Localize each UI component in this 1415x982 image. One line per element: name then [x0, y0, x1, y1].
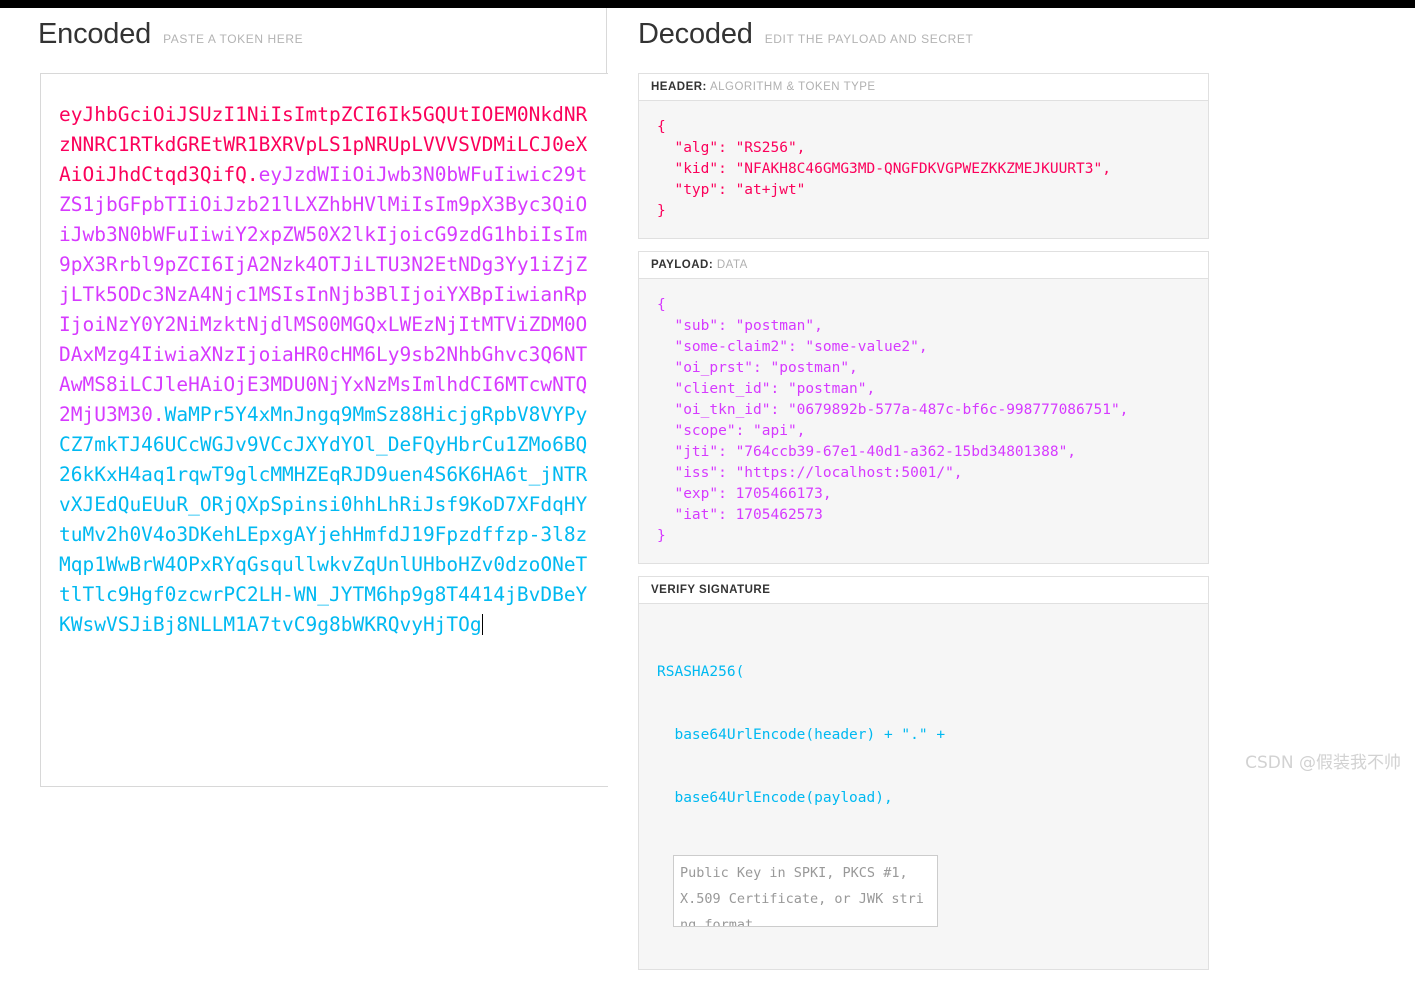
decoded-subtitle: EDIT THE PAYLOAD AND SECRET	[764, 32, 974, 46]
payload-label-sub: DATA	[716, 259, 748, 271]
signature-line-1: RSASHA256(	[657, 664, 745, 680]
public-key-input[interactable]: Public Key in SPKI, PKCS #1, X.509 Certi…	[673, 855, 938, 927]
decoded-title: Decoded	[638, 18, 753, 50]
payload-label-main: PAYLOAD:	[651, 259, 714, 271]
header-section-label: HEADER: ALGORITHM & TOKEN TYPE	[639, 74, 1208, 101]
payload-json-editor[interactable]: { "sub": "postman", "some-claim2": "some…	[639, 279, 1208, 563]
decoded-heading: Decoded EDIT THE PAYLOAD AND SECRET	[638, 18, 973, 51]
encoded-title: Encoded	[38, 18, 152, 50]
signature-label-main: VERIFY SIGNATURE	[651, 584, 771, 596]
jwt-separator-2: .	[152, 403, 165, 426]
encoded-heading: Encoded PASTE A TOKEN HERE	[38, 18, 303, 51]
encoded-token-input[interactable]: eyJhbGciOiJSUzI1NiIsImtpZCI6Ik5GQUtIOEM0…	[40, 73, 608, 787]
verify-signature-section: VERIFY SIGNATURE RSASHA256( base64UrlEnc…	[638, 576, 1209, 970]
header-label-sub: ALGORITHM & TOKEN TYPE	[709, 81, 876, 93]
jwt-payload-segment: eyJzdWIiOiJwb3N0bWFuIiwic29tZS1jbGFpbTIi…	[59, 163, 588, 426]
decoded-sections: HEADER: ALGORITHM & TOKEN TYPE { "alg": …	[638, 73, 1209, 982]
top-black-bar	[0, 0, 1415, 8]
csdn-watermark: CSDN @假装我不帅	[1245, 753, 1401, 773]
jwt-signature-segment: WaMPr5Y4xMnJngq9MmSz88HicjgRpbV8VYPyCZ7m…	[59, 403, 588, 636]
encoded-pane: Encoded PASTE A TOKEN HERE eyJhbGciOiJSU…	[0, 8, 608, 787]
header-label-main: HEADER:	[651, 81, 707, 93]
signature-section-label: VERIFY SIGNATURE	[639, 577, 1208, 604]
payload-section: PAYLOAD: DATA { "sub": "postman", "some-…	[638, 251, 1209, 564]
header-json-editor[interactable]: { "alg": "RS256", "kid": "NFAKH8C46GMG3M…	[639, 101, 1208, 238]
encoded-subtitle: PASTE A TOKEN HERE	[163, 32, 304, 46]
jwt-debugger-root: Encoded PASTE A TOKEN HERE eyJhbGciOiJSU…	[0, 8, 1415, 970]
text-caret	[481, 614, 483, 635]
payload-section-label: PAYLOAD: DATA	[639, 252, 1208, 279]
signature-line-2: base64UrlEncode(header) + "." +	[657, 727, 946, 743]
header-section: HEADER: ALGORITHM & TOKEN TYPE { "alg": …	[638, 73, 1209, 239]
jwt-separator-1: .	[246, 163, 259, 186]
signature-line-3: base64UrlEncode(payload),	[657, 790, 893, 806]
decoded-pane: Decoded EDIT THE PAYLOAD AND SECRET HEAD…	[608, 8, 1415, 970]
jwt-token-text[interactable]: eyJhbGciOiJSUzI1NiIsImtpZCI6Ik5GQUtIOEM0…	[59, 100, 590, 640]
